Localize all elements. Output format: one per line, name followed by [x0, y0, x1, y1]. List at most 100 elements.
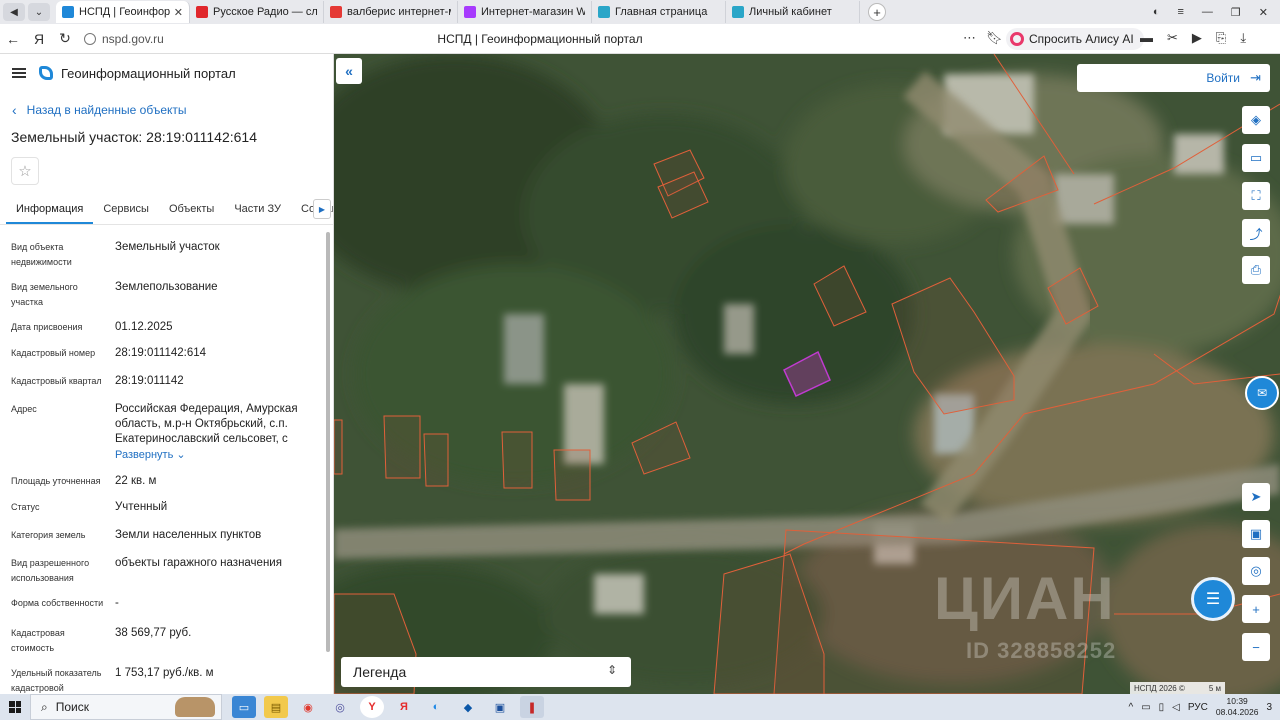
login-button[interactable]: Войти ⇥: [1077, 64, 1270, 92]
back-arrow-icon[interactable]: ←: [0, 31, 26, 47]
minimap-icon[interactable]: ▣: [1242, 520, 1270, 548]
legend-select[interactable]: Легенда ⇕: [341, 657, 631, 687]
site-info-icon[interactable]: [84, 32, 96, 45]
back-to-results-link[interactable]: ‹ Назад в найденные объекты: [12, 102, 333, 118]
portal-name: Геоинформационный портал: [61, 65, 236, 81]
parcel-outline[interactable]: [501, 431, 533, 489]
object-tabs: ИнформацияСервисыОбъектыЧасти ЗУСостав ▶: [0, 195, 333, 225]
property-value: Земли населенных пунктов: [115, 529, 262, 541]
start-button[interactable]: [0, 694, 30, 720]
map-view[interactable]: ЦИАН ID 328858252 « Войти ⇥ ◈ ▭ ⛶ ⤴ ⎙ ✉ …: [334, 54, 1280, 694]
zoom-out-icon[interactable]: −: [1242, 633, 1270, 661]
object-tab-2[interactable]: Сервисы: [93, 203, 159, 224]
app-blue-icon[interactable]: ◎: [328, 696, 352, 718]
property-key: Удельный показатель кадастровой: [11, 668, 102, 693]
browser-tab-2[interactable]: Русское Радио — слушать онлайн: [190, 1, 324, 23]
active-app-icon[interactable]: ❚: [520, 696, 544, 718]
more-icon[interactable]: ⋯: [963, 30, 976, 46]
edge-icon[interactable]: ◐: [424, 696, 448, 718]
collapse-sidebar-button[interactable]: «: [336, 58, 362, 84]
browser-icon[interactable]: ◐: [1153, 6, 1160, 19]
object-tab-3[interactable]: Объекты: [159, 203, 224, 224]
browser-tab-5[interactable]: Главная страница: [592, 1, 726, 23]
property-key: Форма собственности: [11, 598, 104, 608]
volume-icon[interactable]: ◁: [1172, 702, 1180, 713]
property-value: Российская Федерация, Амурская область, …: [115, 403, 298, 445]
object-tab-4[interactable]: Части ЗУ: [224, 203, 291, 224]
yandex-icon-2[interactable]: Я: [392, 696, 416, 718]
store-icon[interactable]: ◆: [456, 696, 480, 718]
url-text: nspd.gov.ru: [102, 31, 164, 46]
scrollbar-thumb[interactable]: [326, 232, 330, 652]
property-key: Кадастровый квартал: [11, 376, 102, 386]
close-tab-icon[interactable]: ✕: [174, 6, 183, 19]
tray-up-chevron-icon[interactable]: ^: [1128, 702, 1133, 713]
language-indicator[interactable]: РУС: [1188, 702, 1208, 713]
minimize-icon[interactable]: —: [1202, 6, 1213, 19]
assistant-chat-icon[interactable]: ✉: [1245, 376, 1279, 410]
tab-title: Личный кабинет: [749, 6, 832, 18]
object-tab-1[interactable]: Информация: [6, 203, 94, 224]
battery-icon[interactable]: ▯: [1159, 702, 1165, 713]
sidebar-scrollbar[interactable]: [325, 228, 331, 688]
feedback-chat-button[interactable]: ☰: [1191, 577, 1235, 621]
taskbar-search[interactable]: ⌕ Поиск: [30, 694, 222, 720]
alice-label: Спросить Алису AI: [1029, 32, 1134, 46]
menu-icon[interactable]: ≡: [1177, 6, 1183, 19]
browser-tab-4[interactable]: Интернет-магазин Wildberries: [458, 1, 592, 23]
property-value: 1 753,17 руб./кв. м: [115, 667, 214, 679]
tools-icon[interactable]: ✂: [1167, 30, 1178, 46]
browser-tab-bar: ◀ ⌄ НСПД | Геоинформационный ✕ Русское Рад…: [0, 0, 1280, 24]
menu-burger-icon[interactable]: [12, 68, 26, 78]
notifications-icon[interactable]: 3: [1266, 702, 1272, 713]
parcel-outline[interactable]: [383, 415, 421, 479]
app-red-icon[interactable]: ◉: [296, 696, 320, 718]
yandex-browser-icon[interactable]: Y: [360, 696, 384, 718]
share-icon[interactable]: ⤴: [1242, 219, 1270, 247]
reload-icon[interactable]: ↻: [52, 30, 78, 47]
expand-address-link[interactable]: Развернуть ⌄: [115, 448, 186, 461]
property-key: Адрес: [11, 404, 37, 414]
favorite-star-icon[interactable]: ☆: [11, 157, 39, 185]
browser-tab-3[interactable]: валберис интернет-магазин: [324, 1, 458, 23]
yandex-icon[interactable]: Я: [26, 31, 52, 47]
file-explorer-icon[interactable]: ▤: [264, 696, 288, 718]
tabs-next-chevron-icon[interactable]: ▶: [313, 199, 331, 219]
parcel-outline[interactable]: [423, 433, 449, 487]
clock[interactable]: 10:39 08.04.2026: [1216, 696, 1259, 718]
network-icon[interactable]: ▭: [1141, 702, 1150, 713]
alice-button[interactable]: Спросить Алису AI: [1006, 28, 1144, 50]
task-view-icon[interactable]: ▭: [232, 696, 256, 718]
property-key: Вид земельного участка: [11, 282, 78, 307]
zoom-in-icon[interactable]: +: [1242, 595, 1270, 623]
extension-icon[interactable]: ▬: [1140, 30, 1153, 46]
close-window-icon[interactable]: ✕: [1259, 6, 1268, 19]
restore-icon[interactable]: ❐: [1231, 6, 1241, 19]
property-key: Вид разрешенного использования: [11, 558, 90, 583]
tab-audio-icon[interactable]: ◀: [3, 3, 25, 21]
print-icon[interactable]: ⎙: [1242, 256, 1270, 284]
cian-watermark: ЦИАН: [934, 565, 1116, 632]
parcel-outline[interactable]: [334, 419, 343, 475]
tabs-menu-chevron-icon[interactable]: ⌄: [28, 3, 50, 21]
ruler-icon[interactable]: ▭: [1242, 144, 1270, 172]
property-value: Земельный участок: [115, 241, 220, 253]
geolocation-icon[interactable]: ◎: [1242, 557, 1270, 585]
app-window-icon[interactable]: ▣: [488, 696, 512, 718]
property-value: 38 569,77 руб.: [115, 627, 192, 639]
download-icon[interactable]: ⤓: [1240, 30, 1246, 46]
browser-tab-1[interactable]: НСПД | Геоинформационный ✕: [56, 1, 190, 23]
select-area-icon[interactable]: ⛶: [1242, 182, 1270, 210]
new-tab-button[interactable]: +: [868, 3, 886, 21]
search-label: Поиск: [55, 700, 89, 714]
clipboard-icon[interactable]: ⎘: [1216, 30, 1226, 46]
parcel-outline[interactable]: [553, 449, 591, 501]
browser-tab-6[interactable]: Личный кабинет: [726, 1, 860, 23]
locate-arrow-icon[interactable]: ➤: [1242, 483, 1270, 511]
media-icon[interactable]: ▶: [1192, 30, 1202, 46]
property-value: Учтенный: [115, 501, 168, 513]
bookmark-icon[interactable]: 🔖︎: [986, 30, 1003, 46]
layers-icon[interactable]: ◈: [1242, 106, 1270, 134]
search-icon: ⌕: [41, 699, 48, 714]
url-field[interactable]: nspd.gov.ru: [84, 32, 164, 46]
